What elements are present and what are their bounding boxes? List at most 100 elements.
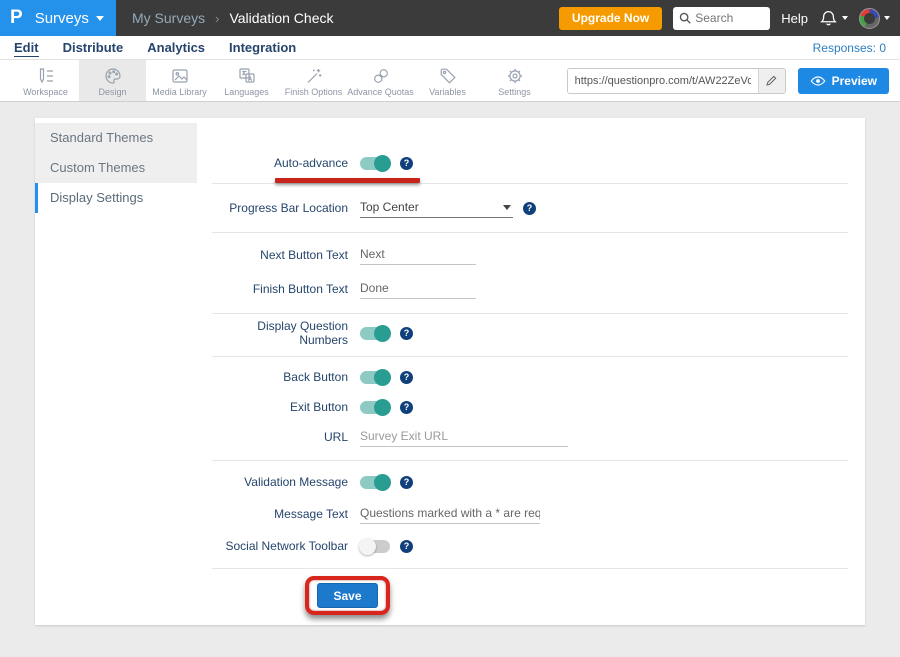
annotation-red-box: Save <box>305 576 390 615</box>
display-settings-form: Auto-advance ? Progress Bar Location Top… <box>197 118 865 625</box>
search-input[interactable] <box>695 11 765 25</box>
toolbar-item-media-library[interactable]: Media Library <box>146 60 213 101</box>
exit-button-row: Exit Button ? <box>212 392 848 422</box>
save-button[interactable]: Save <box>317 583 378 608</box>
sidebar-item-standard-themes[interactable]: Standard Themes <box>35 123 197 153</box>
next-button-text-input[interactable] <box>360 245 476 265</box>
toolbar-item-languages[interactable]: Languages <box>213 60 280 101</box>
help-icon[interactable]: ? <box>400 157 413 170</box>
help-icon[interactable]: ? <box>400 401 413 414</box>
upgrade-now-button[interactable]: Upgrade Now <box>559 7 662 30</box>
auto-advance-toggle[interactable] <box>360 157 390 170</box>
tab-integration[interactable]: Integration <box>229 39 296 56</box>
toolbar-item-label: Workspace <box>23 87 68 97</box>
content-area: Standard Themes Custom Themes Display Se… <box>0 102 900 625</box>
breadcrumb-current: Validation Check <box>229 10 333 26</box>
help-icon[interactable]: ? <box>400 371 413 384</box>
toolbar-item-label: Finish Options <box>285 87 343 97</box>
survey-url-input[interactable] <box>568 69 758 93</box>
product-menu[interactable]: P Surveys <box>0 0 116 36</box>
progress-bar-location-row: Progress Bar Location Top Center ? <box>212 192 848 224</box>
exit-url-row: URL <box>212 422 848 452</box>
message-text-row: Message Text <box>212 499 848 529</box>
breadcrumb-my-surveys[interactable]: My Surveys <box>132 10 205 26</box>
eye-icon <box>810 75 826 87</box>
toolbar-item-finish-options[interactable]: Finish Options <box>280 60 347 101</box>
social-network-toolbar-toggle[interactable] <box>360 540 390 553</box>
toolbar-item-label: Design <box>98 87 126 97</box>
message-text-label: Message Text <box>212 507 348 521</box>
edit-url-button[interactable] <box>758 68 785 94</box>
product-label: Surveys <box>35 10 89 27</box>
toggle-knob <box>374 399 391 416</box>
survey-url-group <box>567 68 786 94</box>
display-question-numbers-label: Display Question Numbers <box>212 319 348 347</box>
validation-message-toggle[interactable] <box>360 476 390 489</box>
auto-advance-label: Auto-advance <box>212 156 348 170</box>
exit-url-input[interactable] <box>360 427 568 447</box>
back-button-row: Back Button ? <box>212 362 848 392</box>
progress-bar-location-select[interactable]: Top Center <box>360 198 513 218</box>
back-button-label: Back Button <box>212 370 348 384</box>
avatar <box>859 8 880 29</box>
help-icon[interactable]: ? <box>400 540 413 553</box>
finish-options-icon <box>304 66 324 86</box>
languages-icon <box>237 66 257 86</box>
account-menu[interactable] <box>859 8 890 29</box>
help-icon[interactable]: ? <box>400 327 413 340</box>
display-question-numbers-toggle[interactable] <box>360 327 390 340</box>
divider <box>212 183 848 184</box>
workspace-icon <box>36 66 56 86</box>
tab-distribute[interactable]: Distribute <box>63 39 124 56</box>
toolbar-item-label: Advance Quotas <box>347 87 414 97</box>
message-text-input[interactable] <box>360 504 540 524</box>
main-nav: Edit Distribute Analytics Integration Re… <box>0 36 900 60</box>
sidebar-item-display-settings[interactable]: Display Settings <box>35 183 197 213</box>
preview-label: Preview <box>832 74 877 88</box>
toggle-knob <box>374 369 391 386</box>
toolbar-item-advance-quotas[interactable]: Advance Quotas <box>347 60 414 101</box>
progress-bar-location-label: Progress Bar Location <box>212 201 348 215</box>
bell-icon <box>819 9 838 28</box>
toggle-knob <box>359 538 376 555</box>
toolbar-item-settings[interactable]: Settings <box>481 60 548 101</box>
select-value: Top Center <box>360 200 419 214</box>
design-panel: Standard Themes Custom Themes Display Se… <box>35 118 865 625</box>
sidebar-item-custom-themes[interactable]: Custom Themes <box>35 153 197 183</box>
toolbar-item-design[interactable]: Design <box>79 60 146 101</box>
finish-button-text-input[interactable] <box>360 279 476 299</box>
finish-button-text-label: Finish Button Text <box>212 282 348 296</box>
help-icon[interactable]: ? <box>400 476 413 489</box>
edit-toolbar: Workspace Design Media Library Languages… <box>0 60 900 102</box>
toolbar-item-label: Variables <box>429 87 466 97</box>
annotation-red-underline <box>275 178 420 183</box>
toolbar-item-variables[interactable]: Variables <box>414 60 481 101</box>
global-search[interactable] <box>673 7 770 30</box>
breadcrumb-separator: › <box>215 11 219 26</box>
toggle-knob <box>374 325 391 342</box>
settings-icon <box>505 66 525 86</box>
divider <box>212 313 848 314</box>
toolbar-item-label: Media Library <box>152 87 207 97</box>
social-network-toolbar-row: Social Network Toolbar ? <box>212 531 848 561</box>
tab-edit[interactable]: Edit <box>14 39 39 57</box>
back-button-toggle[interactable] <box>360 371 390 384</box>
tab-analytics[interactable]: Analytics <box>147 39 205 56</box>
help-link[interactable]: Help <box>781 11 808 26</box>
toolbar-item-label: Settings <box>498 87 531 97</box>
design-icon <box>103 66 123 86</box>
preview-button[interactable]: Preview <box>798 68 889 94</box>
questionpro-logo-icon: P <box>10 7 23 29</box>
advance-quotas-icon <box>371 66 391 86</box>
help-icon[interactable]: ? <box>523 202 536 215</box>
next-button-text-label: Next Button Text <box>212 248 348 262</box>
chevron-down-icon <box>884 16 890 20</box>
exit-button-toggle[interactable] <box>360 401 390 414</box>
divider <box>212 356 848 357</box>
search-icon <box>678 11 692 25</box>
notifications-menu[interactable] <box>819 9 848 28</box>
toolbar-item-workspace[interactable]: Workspace <box>12 60 79 101</box>
auto-advance-row: Auto-advance ? <box>212 148 848 178</box>
media-library-icon <box>170 66 190 86</box>
toolbar-item-label: Languages <box>224 87 269 97</box>
